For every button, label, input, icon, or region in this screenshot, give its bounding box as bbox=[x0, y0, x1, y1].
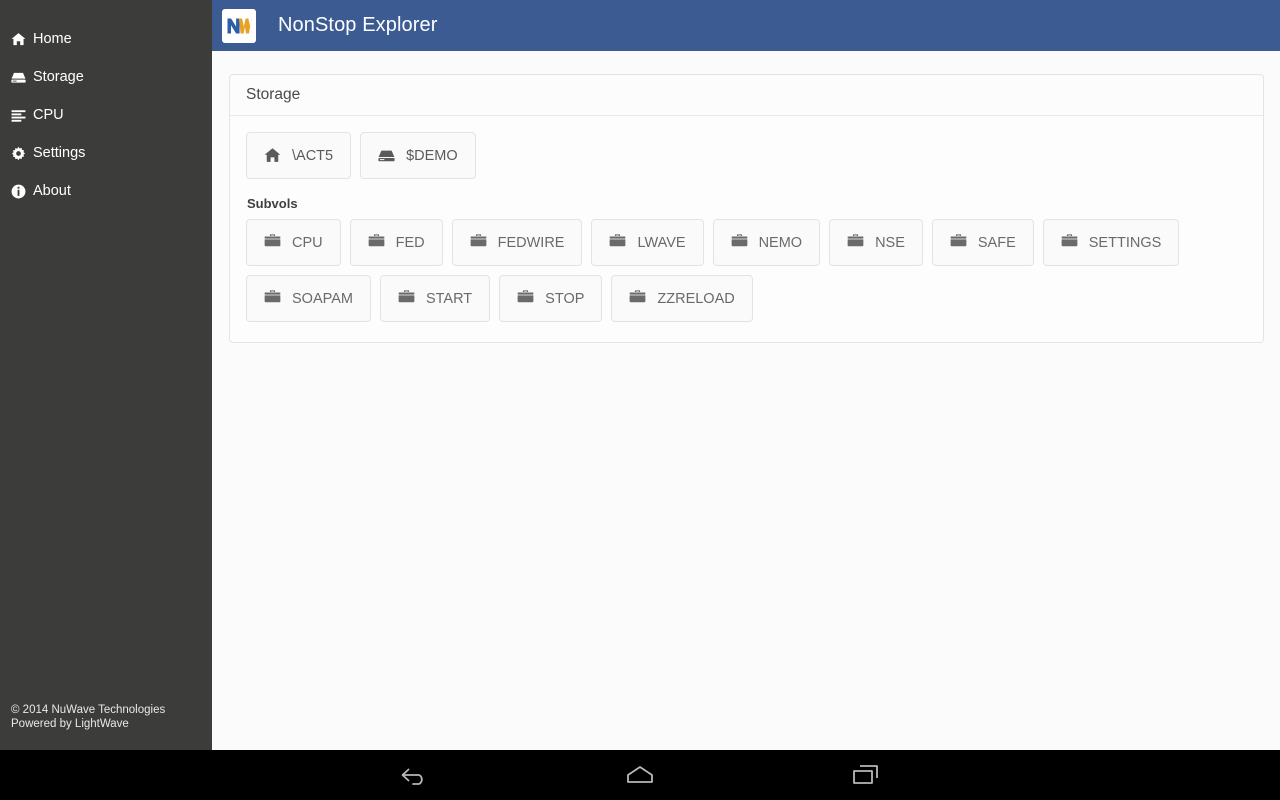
subvol-button-nemo[interactable]: NEMO bbox=[712, 219, 821, 266]
subvol-label: FED bbox=[395, 234, 425, 251]
subvol-label: NSE bbox=[875, 234, 905, 251]
folder-icon bbox=[398, 288, 415, 309]
sidebar-item-cpu[interactable]: CPU bbox=[0, 96, 212, 134]
subvol-label: NEMO bbox=[758, 234, 803, 251]
breadcrumb-item-system[interactable]: \ACT5 bbox=[246, 132, 352, 179]
home-icon bbox=[264, 147, 281, 164]
subvol-label: CPU bbox=[292, 234, 323, 251]
sidebar-item-label: CPU bbox=[33, 106, 64, 123]
folder-icon bbox=[517, 288, 534, 309]
gear-icon bbox=[11, 146, 26, 161]
folder-icon bbox=[368, 232, 385, 253]
panel-body: \ACT5 $DEMO Subvols CPU FED FEDWIRE LWAV… bbox=[230, 116, 1263, 342]
page-title: NonStop Explorer bbox=[278, 14, 438, 36]
sidebar-nav-list: Home Storage CPU Settings About bbox=[0, 0, 212, 210]
folder-icon bbox=[731, 232, 748, 253]
subvol-label: SOAPAM bbox=[292, 290, 353, 307]
app-header: NonStop Explorer bbox=[212, 0, 1280, 51]
breadcrumb-item-label: \ACT5 bbox=[292, 147, 334, 164]
subvol-label: START bbox=[425, 290, 473, 307]
recents-squares-icon bbox=[849, 763, 883, 787]
subvol-button-start[interactable]: START bbox=[379, 275, 491, 322]
subvol-label: SETTINGS bbox=[1088, 234, 1162, 251]
footer-powered-by: Powered by LightWave bbox=[11, 718, 129, 730]
breadcrumb: \ACT5 $DEMO bbox=[246, 132, 1247, 179]
folder-icon bbox=[847, 232, 864, 253]
footer-copyright: © 2014 NuWave Technologies bbox=[11, 704, 166, 716]
home-icon bbox=[11, 32, 26, 47]
folder-icon bbox=[950, 232, 967, 253]
subvol-button-cpu[interactable]: CPU bbox=[246, 219, 341, 266]
panel-title: Storage bbox=[246, 86, 301, 103]
subvol-button-lwave[interactable]: LWAVE bbox=[591, 219, 704, 266]
breadcrumb-item-label: $DEMO bbox=[406, 147, 458, 164]
folder-icon bbox=[629, 288, 646, 309]
sidebar-item-label: About bbox=[33, 182, 71, 199]
sidebar-item-settings[interactable]: Settings bbox=[0, 134, 212, 172]
system-navigation-bar bbox=[0, 750, 1280, 800]
subvol-button-stop[interactable]: STOP bbox=[499, 275, 603, 322]
subvol-label: ZZRELOAD bbox=[657, 290, 735, 307]
app-root: Home Storage CPU Settings About © 2014 N… bbox=[0, 0, 1280, 800]
sidebar: Home Storage CPU Settings About © 2014 N… bbox=[0, 0, 212, 750]
subvols-grid: CPU FED FEDWIRE LWAVE NEMO NSE SAFE SETT… bbox=[246, 219, 1247, 322]
storage-panel: Storage \ACT5 $DEMO Subvols CPU FED FEDW… bbox=[229, 74, 1264, 343]
hard-drive-icon bbox=[11, 70, 26, 85]
back-button[interactable] bbox=[391, 758, 437, 792]
subvol-button-settings[interactable]: SETTINGS bbox=[1042, 219, 1180, 266]
sidebar-item-about[interactable]: About bbox=[0, 172, 212, 210]
breadcrumb-item-volume[interactable]: $DEMO bbox=[360, 132, 476, 179]
subvol-button-soapam[interactable]: SOAPAM bbox=[246, 275, 371, 322]
info-circle-icon bbox=[11, 184, 26, 199]
sidebar-item-label: Storage bbox=[33, 68, 84, 85]
subvol-label: STOP bbox=[545, 290, 585, 307]
folder-icon bbox=[264, 288, 281, 309]
subvol-button-fedwire[interactable]: FEDWIRE bbox=[451, 219, 583, 266]
sidebar-item-label: Settings bbox=[33, 144, 86, 161]
home-pentagon-icon bbox=[623, 763, 657, 787]
subvol-button-nse[interactable]: NSE bbox=[829, 219, 923, 266]
subvol-button-safe[interactable]: SAFE bbox=[931, 219, 1034, 266]
panel-header: Storage bbox=[230, 75, 1263, 116]
content-area: Storage \ACT5 $DEMO Subvols CPU FED FEDW… bbox=[212, 51, 1280, 750]
sidebar-footer: © 2014 NuWave Technologies Powered by Li… bbox=[11, 703, 165, 731]
subvols-label: Subvols bbox=[247, 196, 298, 211]
subvol-button-fed[interactable]: FED bbox=[349, 219, 443, 266]
sidebar-item-storage[interactable]: Storage bbox=[0, 58, 212, 96]
folder-icon bbox=[609, 232, 626, 253]
folder-icon bbox=[470, 232, 487, 253]
subvol-label: FEDWIRE bbox=[497, 234, 565, 251]
folder-icon bbox=[264, 232, 281, 253]
nuwave-nw-logo[interactable] bbox=[222, 8, 256, 43]
subvol-label: SAFE bbox=[977, 234, 1016, 251]
subvol-label: LWAVE bbox=[637, 234, 686, 251]
sidebar-item-label: Home bbox=[33, 30, 72, 47]
subvol-button-zzreload[interactable]: ZZRELOAD bbox=[611, 275, 753, 322]
back-arrow-icon bbox=[397, 763, 431, 787]
sidebar-item-home[interactable]: Home bbox=[0, 20, 212, 58]
recents-button[interactable] bbox=[843, 758, 889, 792]
align-left-icon bbox=[11, 108, 26, 123]
home-button[interactable] bbox=[617, 758, 663, 792]
hard-drive-icon bbox=[378, 147, 395, 164]
folder-icon bbox=[1061, 232, 1078, 253]
